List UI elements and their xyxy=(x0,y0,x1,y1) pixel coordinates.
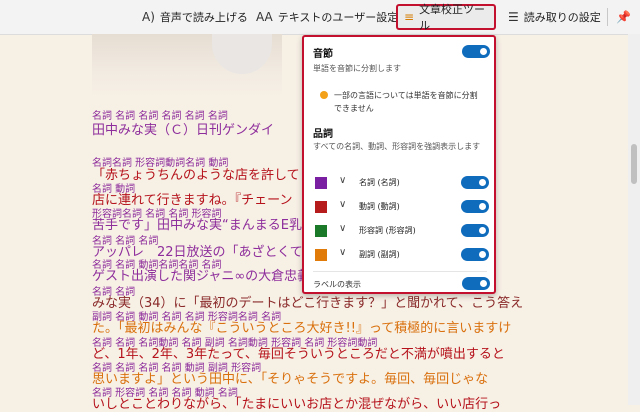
noun-label: 名詞 (名詞) xyxy=(359,178,400,187)
reading-preferences-icon: ☰ xyxy=(508,10,519,24)
reading-preferences-label: 読み取りの設定 xyxy=(523,11,601,24)
pos-row-verb: ∨ 動詞 (動詞) xyxy=(315,199,491,215)
read-aloud-icon: A) xyxy=(142,10,155,24)
grammar-tools-label: 文章校正ツール xyxy=(419,3,486,32)
syllables-toggle[interactable] xyxy=(462,45,490,58)
reading-preferences-button[interactable]: ☰ 読み取りの設定 xyxy=(508,4,601,30)
verb-color-swatch[interactable] xyxy=(315,201,327,213)
read-aloud-button[interactable]: A) 音声で読み上げる xyxy=(142,4,248,30)
text-preferences-label: テキストのユーザー設定 xyxy=(277,11,399,24)
chevron-down-icon[interactable]: ∨ xyxy=(339,247,346,258)
noun-color-swatch[interactable] xyxy=(315,177,327,189)
verb-toggle[interactable] xyxy=(461,200,489,213)
warning-text: 一部の言語については単語を音節に分割できません xyxy=(334,91,478,113)
text-preferences-icon: AA xyxy=(256,10,273,24)
chevron-down-icon[interactable]: ∨ xyxy=(339,175,346,186)
article-line: 田中みな実（Ｃ）日刊ゲンダイ xyxy=(92,123,275,138)
grammar-tools-panel: 音節 単語を音節に分割します 一部の言語については単語を音節に分割できません 品… xyxy=(302,35,496,294)
article-line: 苦手です」田中みな実“まんまるE乳 xyxy=(92,218,302,233)
noun-toggle[interactable] xyxy=(461,176,489,189)
article-line: ゲスト出演した関ジャニ∞の大倉忠義 xyxy=(92,269,311,284)
adverb-toggle[interactable] xyxy=(461,248,489,261)
pos-row-adverb: ∨ 副詞 (副詞) xyxy=(315,247,491,263)
reader-toolbar: A) 音声で読み上げる AA テキストのユーザー設定 ≡ 文章校正ツール ☰ 読… xyxy=(0,0,640,35)
pin-icon: 📌 xyxy=(616,10,631,24)
adjective-toggle[interactable] xyxy=(461,224,489,237)
grammar-tools-icon: ≡ xyxy=(404,10,415,24)
adjective-label: 形容詞 (形容詞) xyxy=(359,226,416,235)
syllables-description: 単語を音節に分割します xyxy=(313,64,401,73)
read-aloud-label: 音声で読み上げる xyxy=(159,11,248,24)
parts-of-speech-description: すべての名詞、動詞、形容詞を強調表示します xyxy=(313,142,481,151)
pin-button[interactable]: 📌 xyxy=(616,4,631,30)
article-photo xyxy=(92,34,282,98)
vertical-scrollbar[interactable] xyxy=(628,34,640,405)
article-line: いしとことわりながら、「たまにいいお店とか混ぜながら、いい店行っ xyxy=(92,397,502,412)
syllables-heading: 音節 xyxy=(313,49,333,60)
parts-of-speech-heading: 品詞 xyxy=(313,129,333,140)
chevron-down-icon[interactable]: ∨ xyxy=(339,223,346,234)
panel-divider xyxy=(313,271,487,272)
text-preferences-button[interactable]: AA テキストのユーザー設定 xyxy=(256,4,398,30)
show-labels-toggle[interactable] xyxy=(462,277,490,290)
grammar-tools-button[interactable]: ≡ 文章校正ツール xyxy=(396,3,496,32)
show-labels-label: ラベルの表示 xyxy=(313,280,361,289)
syllables-warning: 一部の言語については単語を音節に分割できません xyxy=(320,89,484,115)
adjective-color-swatch[interactable] xyxy=(315,225,327,237)
adverb-color-swatch[interactable] xyxy=(315,249,327,261)
verb-label: 動詞 (動詞) xyxy=(359,202,400,211)
warning-icon xyxy=(320,91,328,99)
chevron-down-icon[interactable]: ∨ xyxy=(339,199,346,210)
pos-row-adjective: ∨ 形容詞 (形容詞) xyxy=(315,223,491,239)
scrollbar-thumb[interactable] xyxy=(631,144,637,184)
adverb-label: 副詞 (副詞) xyxy=(359,250,400,259)
pos-row-noun: ∨ 名詞 (名詞) xyxy=(315,175,491,191)
toolbar-divider xyxy=(607,8,608,26)
